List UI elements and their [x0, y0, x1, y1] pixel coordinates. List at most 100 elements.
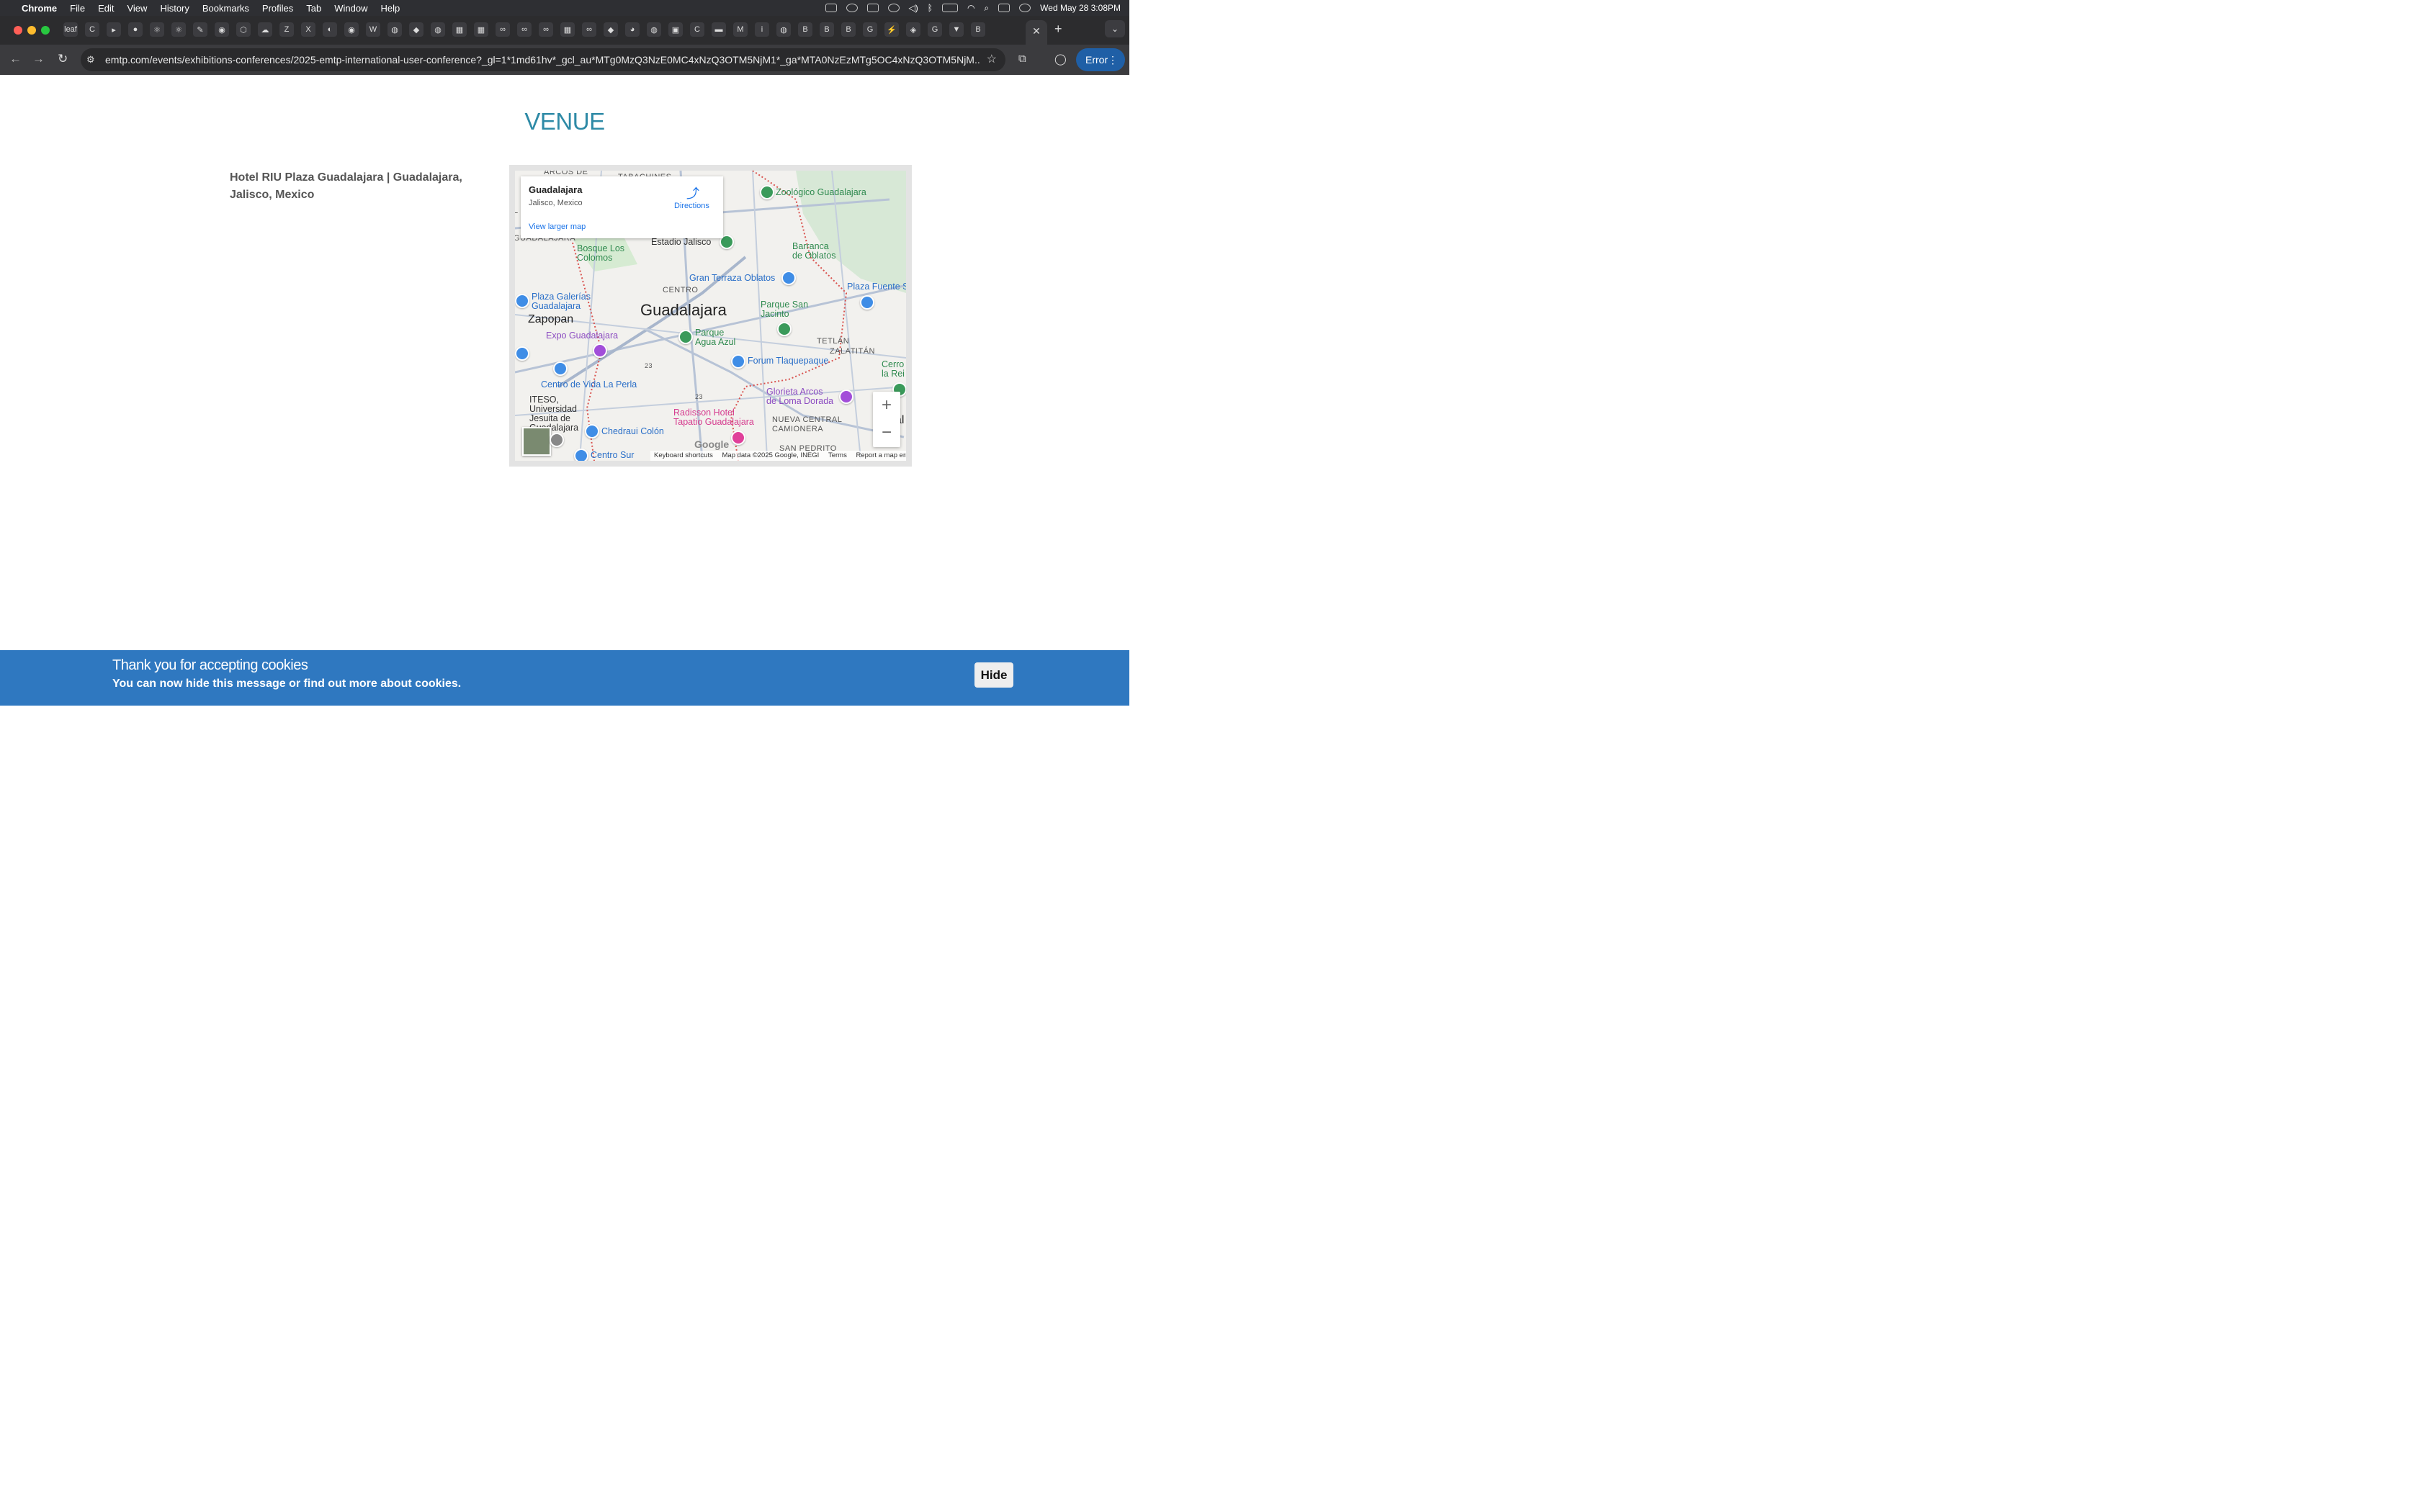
extensions-icon[interactable]: ⧉	[1018, 53, 1026, 65]
shopping-pin-icon[interactable]	[515, 346, 529, 361]
tab-favicon[interactable]: ▼	[949, 22, 964, 37]
tab-favicon[interactable]: ◍	[647, 22, 661, 37]
directions-link[interactable]: Directions	[674, 202, 709, 210]
browser-menu-icon[interactable]: ⋮	[1108, 48, 1118, 71]
tab-favicon[interactable]: i	[755, 22, 769, 37]
wifi-icon[interactable]: ◠	[967, 3, 974, 13]
map-label-barranca[interactable]: Barranca de Oblatos	[792, 242, 835, 261]
time-machine-icon[interactable]	[887, 4, 900, 12]
tab-favicon[interactable]: ⬡	[236, 22, 251, 37]
tab-favicon[interactable]: ◍	[431, 22, 445, 37]
tab-favicon[interactable]: ◍	[387, 22, 402, 37]
tab-favicon[interactable]: G	[863, 22, 877, 37]
cookie-message[interactable]: You can now hide this message or find ou…	[112, 678, 461, 690]
tab-search-button[interactable]: ⌄	[1105, 20, 1125, 37]
profile-icon[interactable]: ◯	[1054, 53, 1067, 66]
san-jacinto-pin-icon[interactable]	[777, 322, 792, 336]
zoom-window-button[interactable]	[41, 26, 50, 35]
gran-terraza-pin-icon[interactable]	[781, 271, 796, 285]
zoom-in-button[interactable]: +	[873, 392, 900, 419]
new-tab-button[interactable]: +	[1054, 22, 1062, 37]
site-info-icon[interactable]: ⚙	[86, 48, 95, 71]
close-window-button[interactable]	[14, 26, 22, 35]
map-label-chedraui[interactable]: Chedraui Colón	[601, 427, 664, 436]
plaza-fuente-pin-icon[interactable]	[860, 295, 874, 310]
tab-favicon[interactable]: ◈	[906, 22, 920, 37]
tab-favicon[interactable]: C	[690, 22, 704, 37]
map-label-estadio[interactable]: Estadio Jalisco	[651, 238, 711, 247]
menu-profiles[interactable]: Profiles	[262, 3, 293, 14]
plaza-galerias-pin-icon[interactable]	[515, 294, 529, 308]
tab-favicon[interactable]: ▣	[668, 22, 683, 37]
map-label-radisson[interactable]: Radisson Hotel Tapatio Guadalajara	[673, 408, 754, 427]
wd-icon[interactable]	[825, 4, 837, 12]
layers-icon[interactable]	[550, 433, 564, 447]
menu-view[interactable]: View	[127, 3, 147, 14]
tab-favicon[interactable]: ∞	[517, 22, 532, 37]
tab-favicon[interactable]: ⚛	[150, 22, 164, 37]
radisson-pin-icon[interactable]	[731, 431, 745, 445]
bluetooth-icon[interactable]: ᛒ	[928, 3, 933, 13]
keyboard-shortcuts-link[interactable]: Keyboard shortcuts	[654, 451, 713, 459]
battery-icon[interactable]	[941, 4, 958, 12]
tab-favicon[interactable]: ▸	[107, 22, 121, 37]
forum-pin-icon[interactable]	[731, 354, 745, 369]
tab-favicon[interactable]: G	[928, 22, 942, 37]
tab-favicon[interactable]: ◕	[625, 22, 640, 37]
tab-favicon[interactable]: ◆	[604, 22, 618, 37]
tab-favicon[interactable]: ⚡	[884, 22, 899, 37]
expo-pin-icon[interactable]	[593, 343, 607, 358]
menu-app-name[interactable]: Chrome	[22, 3, 57, 14]
map-label-glorieta[interactable]: Glorieta Arcos de Loma Dorada	[766, 387, 833, 406]
siri-icon[interactable]	[1019, 4, 1031, 12]
menubar-clock[interactable]: Wed May 28 3:08PM	[1040, 3, 1121, 13]
tab-favicon[interactable]: ☁	[258, 22, 272, 37]
active-tab[interactable]: ✕	[1026, 20, 1047, 45]
zoom-out-button[interactable]: −	[873, 419, 900, 446]
address-bar[interactable]: ⚙ emtp.com/events/exhibitions-conference…	[81, 48, 1005, 71]
tab-favicon[interactable]: B	[841, 22, 856, 37]
map-label-gran-terraza[interactable]: Gran Terraza Oblatos	[689, 274, 775, 283]
tab-favicon[interactable]: ◍	[776, 22, 791, 37]
satellite-toggle-thumbnail[interactable]	[522, 427, 551, 456]
tab-favicon[interactable]: B	[820, 22, 834, 37]
error-button[interactable]: Error ⋮	[1076, 48, 1125, 71]
minimize-window-button[interactable]	[27, 26, 36, 35]
glorieta-pin-icon[interactable]	[839, 390, 853, 404]
map-label-parque-san-jacinto[interactable]: Parque San Jacinto	[761, 300, 808, 319]
tab-favicon[interactable]: ▬	[712, 22, 726, 37]
tab-favicon[interactable]: ◐	[323, 22, 337, 37]
forward-icon[interactable]: →	[32, 52, 45, 66]
reload-icon[interactable]: ↻	[58, 52, 68, 66]
tab-favicon[interactable]: Z	[279, 22, 294, 37]
map-label-cerro[interactable]: Cerro la Rei	[882, 360, 905, 379]
tab-favicon[interactable]: X	[301, 22, 315, 37]
tab-favicon[interactable]: ▦	[560, 22, 575, 37]
directions-icon[interactable]: ⤴	[686, 184, 699, 202]
window-icon[interactable]	[866, 4, 879, 12]
tab-favicon[interactable]: ∞	[496, 22, 510, 37]
map-label-expo[interactable]: Expo Guadalajara	[546, 331, 618, 341]
map-label-centro-sur[interactable]: Centro Sur	[591, 451, 634, 460]
control-center-icon[interactable]	[998, 4, 1010, 12]
volume-icon[interactable]: ◁)	[909, 3, 918, 13]
tab-favicon[interactable]: ◆	[409, 22, 424, 37]
tab-favicon[interactable]: ◉	[215, 22, 229, 37]
menu-help[interactable]: Help	[381, 3, 400, 14]
menu-edit[interactable]: Edit	[98, 3, 114, 14]
tab-favicon[interactable]: ✎	[193, 22, 207, 37]
tab-favicon[interactable]: M	[733, 22, 748, 37]
agua-azul-pin-icon[interactable]	[678, 330, 693, 344]
report-map-error-link[interactable]: Report a map error	[856, 451, 906, 459]
bookmark-star-icon[interactable]: ☆	[987, 48, 997, 71]
vida-la-perla-pin-icon[interactable]	[553, 361, 568, 376]
tab-favicon[interactable]: B	[971, 22, 985, 37]
creative-cloud-icon[interactable]	[846, 4, 858, 12]
menu-tab[interactable]: Tab	[306, 3, 321, 14]
map-label-zoologico[interactable]: Zoológico Guadalajara	[776, 188, 866, 197]
tab-favicon[interactable]: ∞	[539, 22, 553, 37]
zoo-pin-icon[interactable]	[760, 185, 774, 199]
tab-favicon[interactable]: B	[798, 22, 812, 37]
tab-favicon[interactable]: W	[366, 22, 380, 37]
close-tab-icon[interactable]: ✕	[1032, 25, 1041, 37]
